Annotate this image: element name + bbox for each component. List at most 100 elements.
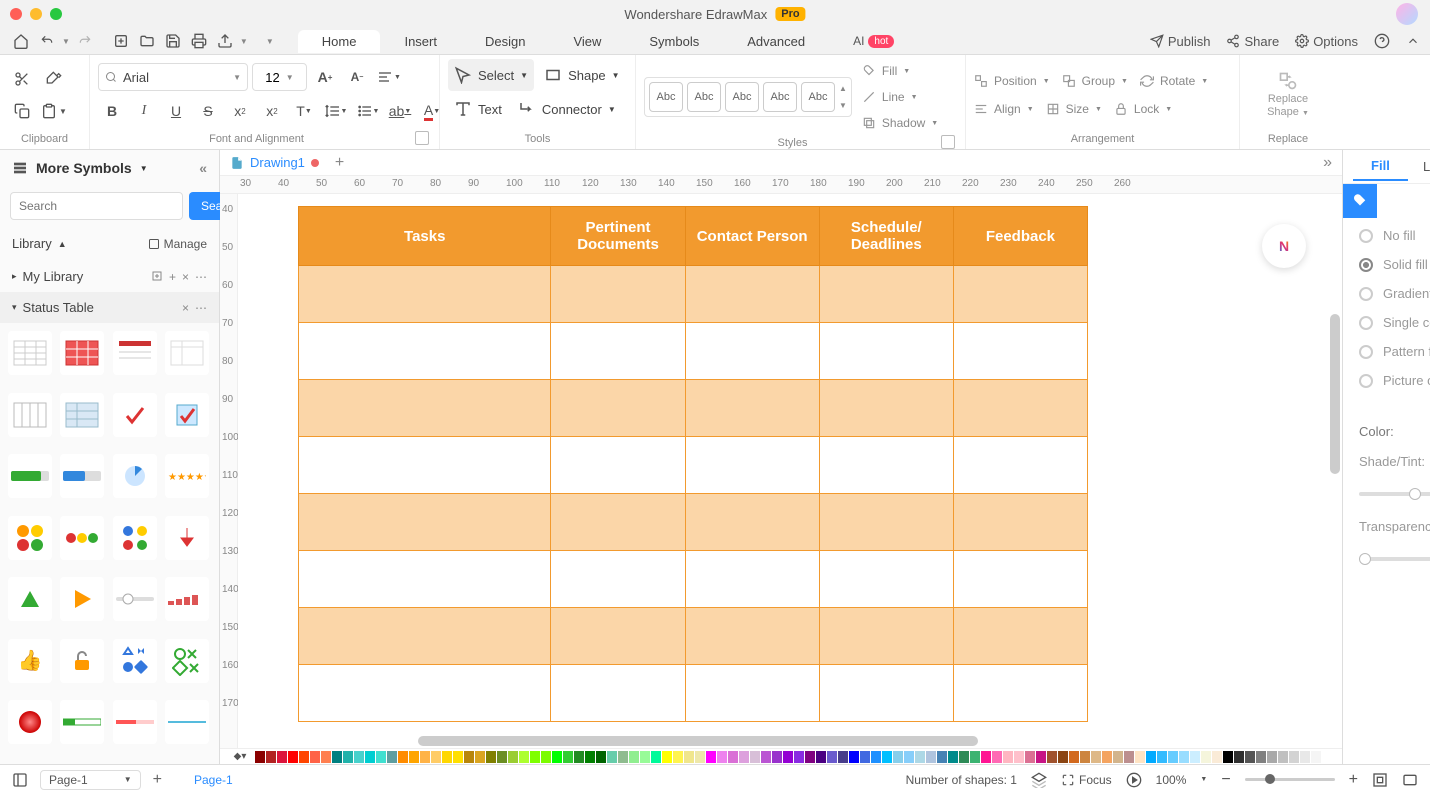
shadow-menu[interactable]: Shadow▼ (862, 111, 938, 135)
color-swatch[interactable] (343, 751, 353, 763)
horizontal-scrollbar[interactable] (418, 736, 978, 746)
cut-button[interactable] (8, 65, 36, 93)
style-preset-5[interactable]: Abc (801, 82, 835, 112)
status-table-section[interactable]: Status Table (23, 300, 94, 315)
open-button[interactable] (136, 30, 158, 52)
fullscreen-button[interactable] (1402, 772, 1418, 788)
color-swatch[interactable] (1322, 751, 1332, 763)
underline-button[interactable]: U (162, 97, 190, 125)
shape-signal[interactable] (165, 577, 209, 621)
italic-button[interactable]: I (130, 97, 158, 125)
maximize-window-button[interactable] (50, 8, 62, 20)
style-preset-4[interactable]: Abc (763, 82, 797, 112)
bullets-button[interactable]: ▼ (354, 97, 382, 125)
color-swatch[interactable] (673, 751, 683, 763)
color-swatch[interactable] (1102, 751, 1112, 763)
ai-assistant-button[interactable]: N (1262, 224, 1306, 268)
color-swatch[interactable] (354, 751, 364, 763)
color-swatch[interactable] (398, 751, 408, 763)
tab-design[interactable]: Design (461, 30, 549, 53)
color-swatch[interactable] (552, 751, 562, 763)
undo-dropdown[interactable]: ▼ (62, 37, 70, 46)
color-swatch[interactable] (871, 751, 881, 763)
fill-opt-pattern[interactable]: Pattern fill (1359, 344, 1430, 359)
color-swatch[interactable] (497, 751, 507, 763)
color-swatch[interactable] (717, 751, 727, 763)
fill-menu[interactable]: Fill▼ (862, 59, 938, 83)
color-swatch[interactable] (992, 751, 1002, 763)
color-swatch[interactable] (1036, 751, 1046, 763)
shape-check-red[interactable] (113, 393, 157, 437)
mylib-more-icon[interactable]: ⋯ (195, 270, 207, 284)
position-menu[interactable]: Position▼ (974, 69, 1050, 93)
page-tab-1[interactable]: Page-1 (194, 773, 233, 787)
color-swatch[interactable] (387, 751, 397, 763)
focus-button[interactable]: Focus (1061, 773, 1112, 787)
replace-shape-button[interactable]: Replace Shape ▼ (1267, 93, 1309, 119)
new-button[interactable] (110, 30, 132, 52)
color-swatch[interactable] (1069, 751, 1079, 763)
collapse-panel-button[interactable]: « (199, 160, 207, 176)
horizontal-ruler[interactable]: 3040506070809010011012013014015016017018… (220, 176, 1342, 194)
color-swatch[interactable] (585, 751, 595, 763)
color-swatch[interactable] (1135, 751, 1145, 763)
color-swatch[interactable] (277, 751, 287, 763)
color-swatch[interactable] (1212, 751, 1222, 763)
library-heading[interactable]: Library (12, 236, 52, 251)
color-swatch[interactable] (915, 751, 925, 763)
mylib-add-icon[interactable]: + (169, 270, 176, 284)
color-swatch[interactable] (761, 751, 771, 763)
color-swatch[interactable] (288, 751, 298, 763)
color-swatch[interactable] (365, 751, 375, 763)
tab-advanced[interactable]: Advanced (723, 30, 829, 53)
shape-table-4[interactable] (165, 331, 209, 375)
color-swatch[interactable] (1014, 751, 1024, 763)
align-menu-button[interactable]: ▼ (375, 63, 403, 91)
shape-icons-1[interactable] (113, 639, 157, 683)
color-swatch[interactable] (970, 751, 980, 763)
shape-table-1[interactable] (8, 331, 52, 375)
size-menu[interactable]: Size▼ (1046, 97, 1102, 121)
color-swatch[interactable] (695, 751, 705, 763)
color-swatch[interactable] (321, 751, 331, 763)
paste-button[interactable]: ▼ (40, 97, 68, 125)
color-swatch[interactable] (1201, 751, 1211, 763)
color-swatch[interactable] (1289, 751, 1299, 763)
color-swatch[interactable] (442, 751, 452, 763)
strikethrough-button[interactable]: S (194, 97, 222, 125)
gallery-up[interactable]: ▲ (839, 84, 847, 93)
text-case-button[interactable]: T▼ (290, 97, 318, 125)
color-swatch[interactable] (684, 751, 694, 763)
color-swatch[interactable] (1047, 751, 1057, 763)
fill-opt-none[interactable]: No fill (1359, 228, 1430, 243)
color-swatch[interactable] (1234, 751, 1244, 763)
color-swatch[interactable] (475, 751, 485, 763)
zoom-out-button[interactable]: − (1221, 771, 1230, 789)
qat-customize[interactable]: ▼ (266, 37, 274, 46)
shape-triangle-green[interactable] (8, 577, 52, 621)
gallery-down[interactable]: ▼ (839, 101, 847, 110)
zoom-percent[interactable]: 100% (1156, 773, 1187, 787)
color-swatch[interactable] (772, 751, 782, 763)
color-swatch[interactable] (310, 751, 320, 763)
shape-slider[interactable] (113, 577, 157, 621)
styles-dialog-launcher[interactable] (941, 135, 955, 149)
shape-icons-2[interactable] (165, 639, 209, 683)
increase-font-button[interactable]: A+ (311, 63, 339, 91)
color-swatch[interactable] (882, 751, 892, 763)
collapse-ribbon-button[interactable] (1406, 34, 1420, 48)
fill-opt-picture[interactable]: Picture or texture fill (1359, 373, 1430, 388)
color-swatch[interactable] (629, 751, 639, 763)
status-table-shape[interactable]: TasksPertinent DocumentsContact PersonSc… (298, 206, 1088, 722)
color-swatch[interactable] (750, 751, 760, 763)
layers-button[interactable] (1031, 772, 1047, 788)
shape-pie[interactable] (113, 454, 157, 498)
format-tab-line[interactable]: Line (1408, 153, 1430, 180)
color-swatch[interactable] (783, 751, 793, 763)
shape-lights-2[interactable] (60, 516, 104, 560)
shape-progress-blue[interactable] (60, 454, 104, 498)
color-swatch[interactable] (1080, 751, 1090, 763)
ai-button[interactable]: AI hot (853, 34, 894, 48)
color-swatch[interactable] (1124, 751, 1134, 763)
expand-tabs-button[interactable]: » (1323, 154, 1332, 172)
